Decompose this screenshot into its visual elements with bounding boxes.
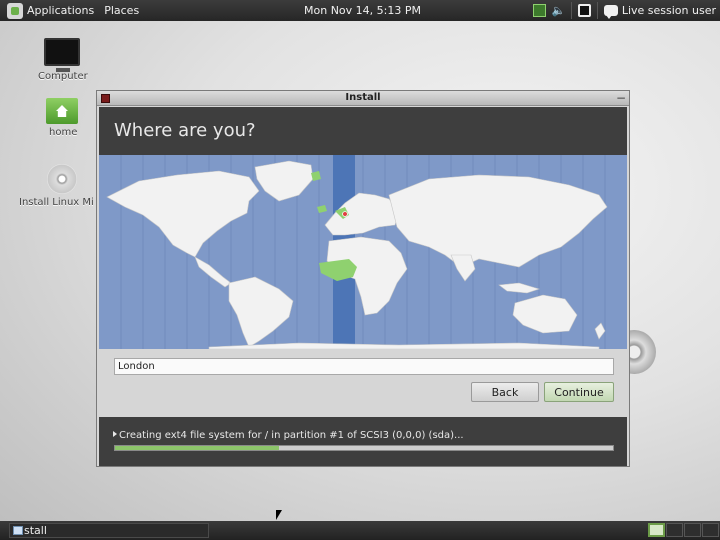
- top-panel: Applications Places Mon Nov 14, 5:13 PM …: [0, 0, 720, 21]
- workspace-4[interactable]: [702, 523, 719, 537]
- continue-button[interactable]: Continue: [544, 382, 614, 402]
- dvd-icon[interactable]: [47, 164, 77, 194]
- install-progress-bar: [114, 445, 614, 451]
- timezone-map[interactable]: [99, 155, 627, 349]
- window-titlebar[interactable]: Install −: [97, 91, 629, 106]
- network-icon[interactable]: [532, 4, 546, 17]
- chat-bubble-icon: [603, 5, 618, 19]
- install-status-text: Creating ext4 file system for / in parti…: [119, 430, 464, 441]
- tray-separator: [570, 2, 572, 19]
- back-button[interactable]: Back: [471, 382, 539, 402]
- places-menu[interactable]: Places: [100, 4, 143, 17]
- expand-triangle-icon[interactable]: [113, 431, 117, 437]
- bottom-panel: stall: [0, 521, 720, 540]
- applications-menu[interactable]: Applications: [3, 2, 98, 19]
- clock[interactable]: Mon Nov 14, 5:13 PM: [304, 4, 421, 17]
- mint-logo-icon: [7, 2, 23, 19]
- taskbar-item-install[interactable]: stall: [9, 523, 209, 538]
- workspace-3[interactable]: [684, 523, 701, 537]
- computer-label[interactable]: Computer: [38, 71, 88, 82]
- system-tray: 🔈 Live session user: [532, 0, 720, 21]
- page-title: Where are you?: [114, 120, 256, 141]
- user-menu[interactable]: Live session user: [603, 4, 716, 19]
- volume-icon[interactable]: 🔈: [552, 4, 566, 17]
- home-label[interactable]: home: [49, 127, 77, 138]
- window-icon: [13, 526, 23, 535]
- install-status[interactable]: Creating ext4 file system for / in parti…: [113, 430, 464, 441]
- window-title: Install: [345, 92, 381, 103]
- tray-separator: [596, 2, 598, 19]
- location-marker-icon: [342, 211, 348, 217]
- install-progress-fill: [115, 446, 280, 450]
- location-input[interactable]: [114, 358, 614, 375]
- installer-window: Install − Where are you? London Back Con…: [96, 90, 630, 467]
- applications-menu-label: Applications: [27, 4, 95, 17]
- progress-band: Creating ext4 file system for / in parti…: [99, 417, 627, 466]
- home-folder-icon[interactable]: [46, 98, 78, 124]
- header-band: Where are you?: [99, 107, 627, 155]
- close-icon[interactable]: −: [616, 91, 626, 105]
- taskbar-item-label: stall: [24, 524, 47, 537]
- install-label[interactable]: Install Linux Mi: [19, 197, 94, 208]
- user-name: Live session user: [621, 4, 716, 17]
- workspace-2[interactable]: [666, 523, 683, 537]
- workspace-1[interactable]: [648, 523, 665, 537]
- computer-icon[interactable]: [44, 38, 80, 72]
- mouse-pointer-icon: [276, 510, 282, 520]
- shutdown-icon[interactable]: [577, 4, 591, 17]
